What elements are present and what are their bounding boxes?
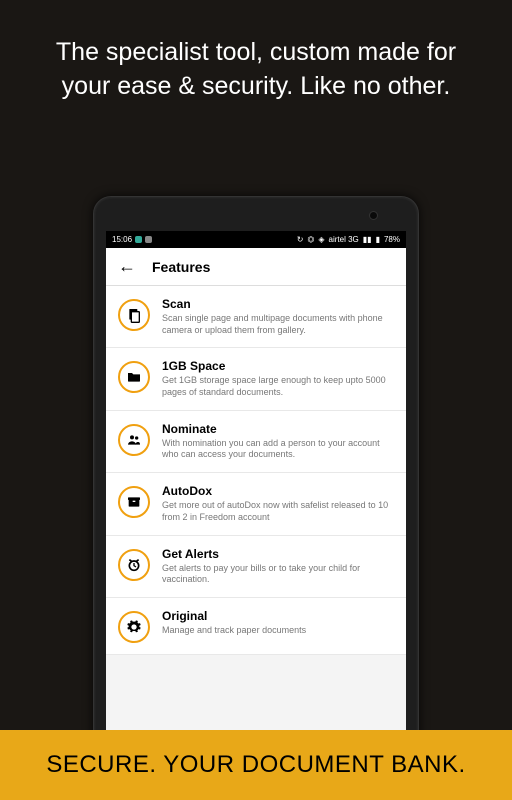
status-battery: 78% [384,235,400,244]
tablet-camera-icon [369,211,378,220]
feature-title: Scan [162,297,392,311]
status-bar: 15:06 ↻ ⏣ ◈ airtel 3G ▮▮ ▮ 78% [106,231,406,248]
feature-list[interactable]: Scan Scan single page and multipage docu… [106,286,406,655]
people-icon [118,424,150,456]
feature-desc: With nomination you can add a person to … [162,438,392,461]
status-time: 15:06 [112,235,132,244]
feature-desc: Get 1GB storage space large enough to ke… [162,375,392,398]
feature-item-space[interactable]: 1GB Space Get 1GB storage space large en… [106,348,406,410]
alarm-icon [118,549,150,581]
feature-title: Get Alerts [162,547,392,561]
status-app-dot2-icon [145,236,152,243]
bottom-banner: SECURE. YOUR DOCUMENT BANK. [0,730,512,800]
header-bar: ← Features [106,248,406,286]
wifi-icon: ◈ [318,235,324,244]
feature-desc: Manage and track paper documents [162,625,392,637]
tablet-frame: 15:06 ↻ ⏣ ◈ airtel 3G ▮▮ ▮ 78% ← Feature… [93,196,419,756]
bluetooth-icon: ⏣ [307,235,314,244]
feature-title: Original [162,609,392,623]
hero-headline: The specialist tool, custom made for you… [0,0,512,124]
scan-icon [118,299,150,331]
status-app-dot-icon [135,236,142,243]
header-title: Features [152,259,210,275]
box-icon [118,486,150,518]
feature-item-alerts[interactable]: Get Alerts Get alerts to pay your bills … [106,536,406,598]
feature-title: 1GB Space [162,359,392,373]
signal-icon: ▮▮ [363,235,372,244]
feature-desc: Scan single page and multipage documents… [162,313,392,336]
feature-title: Nominate [162,422,392,436]
folder-icon [118,361,150,393]
battery-icon: ▮ [376,235,380,244]
sync-icon: ↻ [297,235,304,244]
feature-item-original[interactable]: Original Manage and track paper document… [106,598,406,655]
feature-item-scan[interactable]: Scan Scan single page and multipage docu… [106,286,406,348]
tablet-screen: 15:06 ↻ ⏣ ◈ airtel 3G ▮▮ ▮ 78% ← Feature… [106,231,406,755]
back-arrow-icon[interactable]: ← [118,256,136,277]
banner-text: SECURE. YOUR DOCUMENT BANK. [46,751,465,779]
gear-icon [118,611,150,643]
status-carrier: airtel 3G [329,235,359,244]
feature-desc: Get more out of autoDox now with safelis… [162,500,392,523]
tablet-mockup: 15:06 ↻ ⏣ ◈ airtel 3G ▮▮ ▮ 78% ← Feature… [93,196,419,756]
feature-desc: Get alerts to pay your bills or to take … [162,563,392,586]
feature-item-nominate[interactable]: Nominate With nomination you can add a p… [106,411,406,473]
feature-item-autodox[interactable]: AutoDox Get more out of autoDox now with… [106,473,406,535]
feature-title: AutoDox [162,484,392,498]
